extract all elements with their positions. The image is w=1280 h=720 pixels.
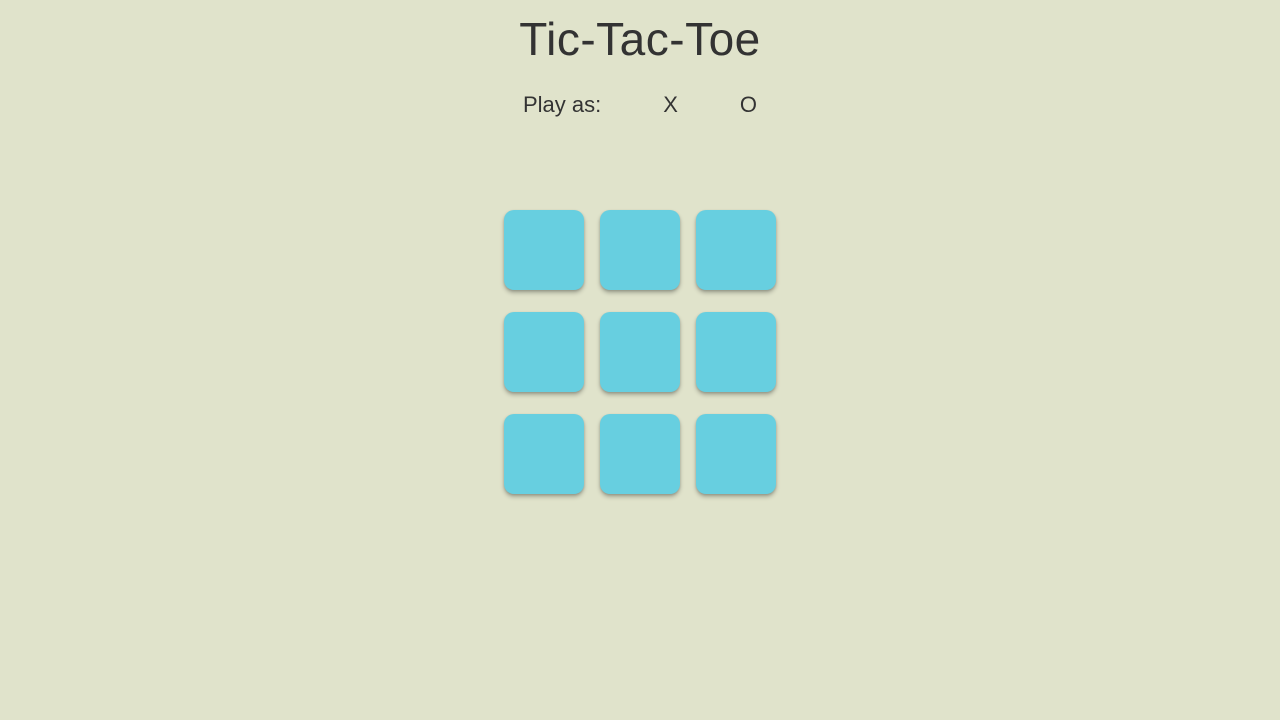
board-cell-0[interactable] [504,210,584,290]
page-title: Tic-Tac-Toe [519,12,761,66]
board-cell-2[interactable] [696,210,776,290]
board-cell-4[interactable] [600,312,680,392]
play-as-selector: Play as: X O [523,92,757,118]
play-as-label: Play as: [523,92,601,118]
play-as-o-label: O [740,92,757,118]
board-cell-3[interactable] [504,312,584,392]
radio-x[interactable] [641,98,655,112]
board-cell-8[interactable] [696,414,776,494]
board-cell-1[interactable] [600,210,680,290]
play-as-x-label: X [663,92,678,118]
board-cell-5[interactable] [696,312,776,392]
radio-o[interactable] [718,98,732,112]
board-cell-7[interactable] [600,414,680,494]
board-cell-6[interactable] [504,414,584,494]
play-as-option-x[interactable]: X [641,92,678,118]
game-board [504,210,776,494]
play-as-option-o[interactable]: O [718,92,757,118]
